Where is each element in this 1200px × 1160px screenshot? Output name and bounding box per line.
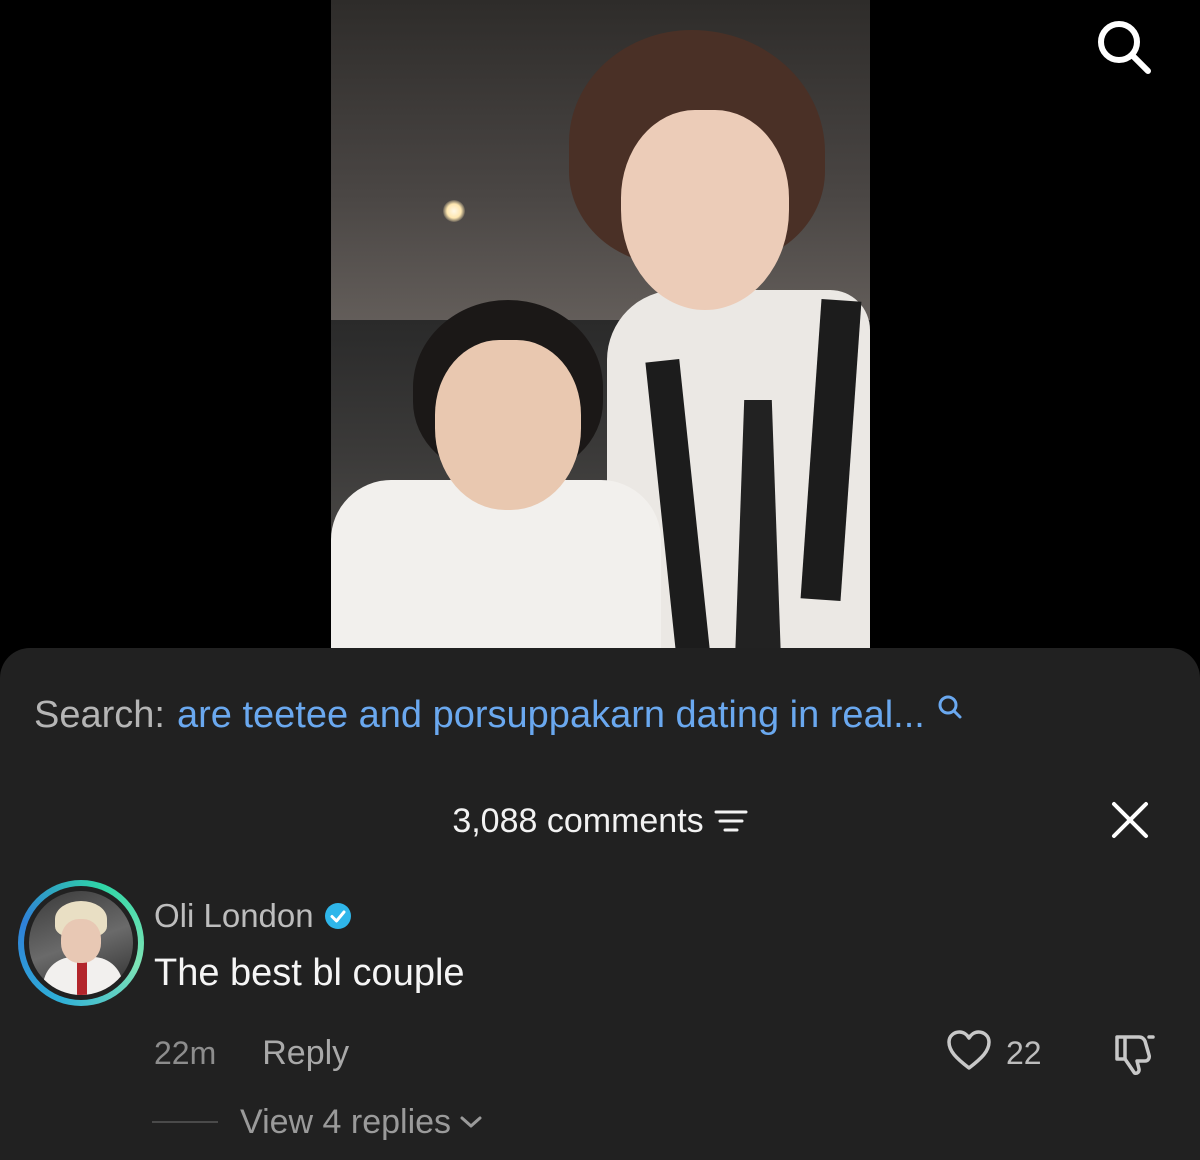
tiktok-comments-screen: Search: are teetee and porsuppakarn dati… xyxy=(0,0,1200,1160)
avatar-ring-gap xyxy=(24,886,138,1000)
search-prefix: Search: xyxy=(34,693,165,736)
chevron-down-icon[interactable] xyxy=(459,1114,483,1130)
video-player[interactable] xyxy=(331,0,870,648)
filter-icon[interactable] xyxy=(714,808,748,834)
avatar-tie xyxy=(77,961,87,995)
like-count: 22 xyxy=(1006,1034,1042,1071)
comments-count: 3,088 comments xyxy=(452,801,704,840)
search-query-link[interactable]: are teetee and porsuppakarn dating in re… xyxy=(177,694,925,737)
view-replies-button[interactable]: View 4 replies xyxy=(152,1100,483,1144)
heart-icon[interactable] xyxy=(946,1029,992,1077)
comment-meta: 22m Reply xyxy=(154,1032,349,1074)
comments-sheet: Search: are teetee and porsuppakarn dati… xyxy=(0,648,1200,1160)
person-right-face xyxy=(621,110,789,310)
like-button[interactable]: 22 xyxy=(946,1029,1042,1077)
avatar[interactable] xyxy=(18,880,144,1006)
search-icon[interactable] xyxy=(1093,16,1155,78)
comment-time: 22m xyxy=(154,1034,217,1071)
view-replies-label[interactable]: View 4 replies xyxy=(240,1103,451,1142)
avatar-face xyxy=(61,919,101,963)
comments-header: 3,088 comments xyxy=(0,796,1200,846)
person-left-face xyxy=(435,340,581,510)
replies-divider-line xyxy=(152,1121,218,1123)
thumbs-down-icon[interactable] xyxy=(1108,1030,1160,1078)
close-icon[interactable] xyxy=(1104,794,1156,846)
ceiling-light xyxy=(443,200,465,222)
search-icon[interactable] xyxy=(937,694,963,720)
comment-text: The best bl couple xyxy=(154,952,465,994)
search-suggestion[interactable]: Search: are teetee and porsuppakarn dati… xyxy=(34,690,963,740)
verified-badge-icon xyxy=(324,902,352,930)
reply-button[interactable]: Reply xyxy=(262,1034,349,1073)
username[interactable]: Oli London xyxy=(154,897,314,935)
avatar-photo xyxy=(29,891,133,995)
comment-author[interactable]: Oli London xyxy=(154,896,352,936)
